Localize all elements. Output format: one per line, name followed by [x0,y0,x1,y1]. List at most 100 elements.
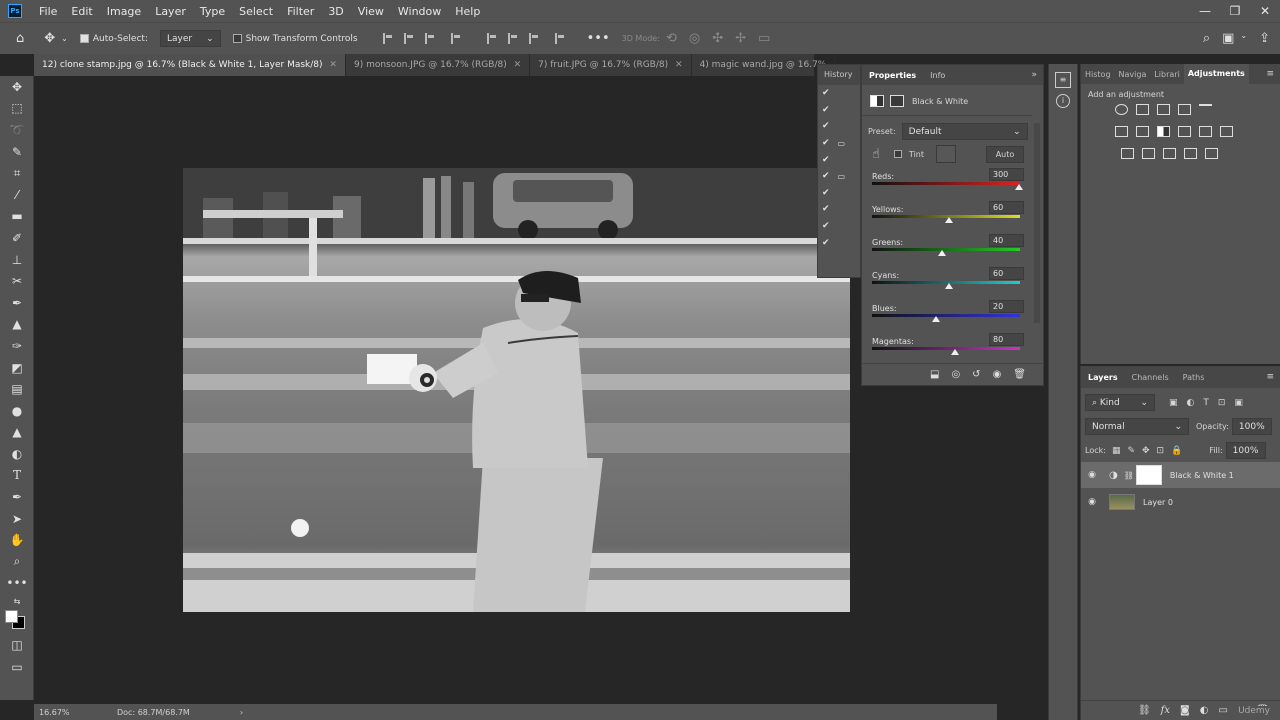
history-row[interactable]: ✔ [818,118,860,135]
opacity-field[interactable]: 100% [1231,418,1272,435]
slider-thumb[interactable] [1015,184,1024,190]
history-row[interactable]: ✔ ▭ [818,135,860,152]
collapse-icon[interactable]: » [1031,70,1037,80]
close-icon[interactable]: ✕ [675,60,683,70]
tab-channels[interactable]: Channels [1125,373,1176,382]
quick-mask-icon[interactable]: ◫ [0,634,34,656]
layer-kind-dropdown[interactable]: ⌕ Kind ⌄ [1085,394,1155,411]
crop-tool-icon[interactable]: ⌗ [0,162,34,184]
check-icon[interactable]: ✔ [822,155,830,165]
visibility-eye-icon[interactable]: ◉ [1081,497,1103,507]
slider-track[interactable] [872,314,1020,317]
delete-icon[interactable]: 🗑 [1013,369,1026,380]
3d-pan-icon[interactable]: ✣ [712,31,723,46]
dodge-tool-icon[interactable]: ◐ [0,443,34,465]
auto-select-dropdown[interactable]: Layer ⌄ [159,30,221,47]
targeted-adjustment-hand-icon[interactable]: ☝ [872,147,880,162]
tab-properties[interactable]: Properties [862,71,923,80]
tint-checkbox[interactable] [893,150,902,158]
lock-icons[interactable]: ▦✎✥⊡🔒 [1112,446,1189,456]
gradient-tool-icon[interactable]: ▤ [0,378,34,400]
transform-controls-checkbox[interactable] [232,33,246,44]
menu-edit[interactable]: Edit [64,5,99,18]
visibility-eye-icon[interactable]: ◉ [993,369,1002,380]
properties-panel-icon[interactable]: ≡ [1055,72,1071,88]
tab-adjustments[interactable]: Adjustments [1183,64,1249,84]
channel-mixer-icon[interactable] [1199,126,1212,137]
tab-histogram[interactable]: Histog [1081,70,1115,79]
workspace-icon[interactable]: ▣ [1222,31,1234,46]
slider-value-field[interactable]: 60 [989,267,1024,280]
tab-paths[interactable]: Paths [1176,373,1212,382]
more-tools-icon[interactable]: ••• [0,573,34,595]
check-icon[interactable]: ✔ [822,105,830,115]
blend-mode-dropdown[interactable]: Normal ⌄ [1085,418,1189,435]
lasso-tool-icon[interactable]: ➰ [0,119,34,141]
tab-history[interactable]: History [818,65,860,85]
visibility-eye-icon[interactable]: ◉ [1081,470,1103,480]
menu-3d[interactable]: 3D [321,5,350,18]
align-left-icon[interactable] [382,33,394,44]
curves-icon[interactable] [1157,104,1170,115]
info-icon[interactable]: i [1056,94,1070,108]
swap-colors-icon[interactable]: ⇆ [0,594,34,608]
quick-selection-tool-icon[interactable]: ✎ [0,141,34,163]
layer-row-layer-0[interactable]: ◉ Layer 0 [1081,489,1280,515]
add-mask-icon[interactable]: ◙ [1180,705,1190,716]
threshold-icon[interactable] [1163,148,1176,159]
slider-value-field[interactable]: 300 [989,168,1024,181]
layer-name[interactable]: Black & White 1 [1170,471,1234,480]
align-right-icon[interactable] [424,33,436,44]
tab-monsoon[interactable]: 9) monsoon.JPG @ 16.7% (RGB/8) ✕ [346,54,531,76]
invert-icon[interactable] [1121,148,1134,159]
slider-thumb[interactable] [944,283,953,289]
distribute-icon[interactable] [450,33,462,44]
black-white-icon[interactable] [1157,126,1170,137]
color-lookup-icon[interactable] [1220,126,1233,137]
check-icon[interactable]: ✔ [822,171,830,181]
home-icon[interactable]: ⌂ [16,31,24,46]
3d-roll-icon[interactable]: ◎ [689,31,700,46]
align-top-icon[interactable] [486,33,498,44]
slider-thumb[interactable] [944,217,953,223]
stamp-tool-icon[interactable]: ▲ [0,314,34,336]
panel-menu-icon[interactable]: ≡ [1266,372,1274,382]
check-icon[interactable]: ✔ [822,138,830,148]
check-icon[interactable]: ✔ [822,121,830,131]
exposure-icon[interactable] [1178,104,1191,115]
foreground-color-swatch[interactable] [5,610,18,624]
tint-color-swatch[interactable] [936,145,956,163]
selective-color-icon[interactable] [1184,148,1197,159]
blur-tool-icon[interactable]: ● [0,400,34,422]
tab-libraries[interactable]: Librari [1150,70,1183,79]
slider-track[interactable] [872,347,1020,350]
check-icon[interactable]: ✔ [822,88,830,98]
history-row[interactable]: ✔ [818,151,860,168]
color-balance-icon[interactable] [1136,126,1149,137]
document-image[interactable] [183,168,850,612]
menu-layer[interactable]: Layer [148,5,193,18]
slider-value-field[interactable]: 40 [989,234,1024,247]
workspace-chevron-icon[interactable]: ⌄ [1240,31,1247,46]
hue-saturation-icon[interactable] [1115,126,1128,137]
marquee-tool-icon[interactable]: ⬚ [0,98,34,120]
fill-field[interactable]: 100% [1225,442,1266,459]
layer-name[interactable]: Layer 0 [1143,498,1173,507]
properties-scrollbar[interactable] [1034,123,1040,323]
check-icon[interactable]: ✔ [822,204,830,214]
menu-view[interactable]: View [351,5,391,18]
3d-slide-icon[interactable]: ✢ [735,31,746,46]
panel-menu-icon[interactable]: ≡ [1266,69,1274,79]
new-group-icon[interactable]: ▭ [1218,705,1227,716]
history-row[interactable]: ✔ [818,102,860,119]
minimize-button[interactable]: — [1190,4,1220,18]
link-icon[interactable]: ⛓ [1124,471,1134,480]
auto-button[interactable]: Auto [986,145,1024,163]
slider-thumb[interactable] [937,250,946,256]
auto-select-checkbox[interactable] [79,33,93,44]
check-icon[interactable]: ✔ [822,238,830,248]
brightness-contrast-icon[interactable] [1115,104,1128,115]
slider-track[interactable] [872,248,1020,251]
more-options-icon[interactable]: ••• [587,31,610,46]
check-icon[interactable]: ✔ [822,221,830,231]
